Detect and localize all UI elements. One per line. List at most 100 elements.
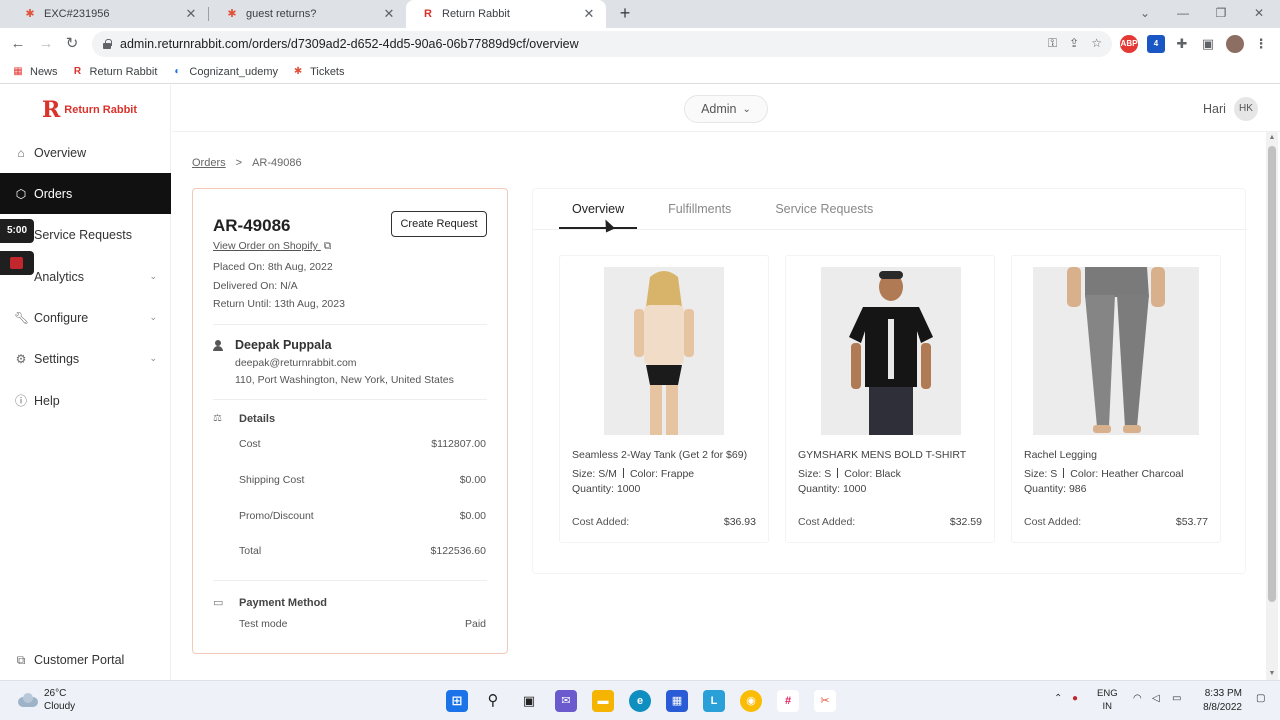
puzzle-icon[interactable]: ✚: [1173, 35, 1191, 53]
breadcrumb-orders-link[interactable]: Orders: [192, 157, 226, 169]
order-detail-panel: Overview Fulfillments Service Requests S…: [532, 188, 1247, 574]
close-icon[interactable]: ✕: [184, 6, 198, 22]
product-quantity: Quantity: 1000: [798, 483, 867, 495]
adblock-extension-icon[interactable]: ABP: [1120, 35, 1138, 53]
notification-icon[interactable]: ▢: [1256, 693, 1265, 704]
back-arrow-icon[interactable]: ←: [8, 34, 28, 54]
bookmark-return-rabbit[interactable]: R Return Rabbit: [72, 66, 158, 78]
close-icon[interactable]: ✕: [582, 6, 596, 22]
windows-taskbar: 26°C Cloudy ⊞ ⚲ ▣ ✉ ▬ e ▦ L ◉ # ✂ ⌃ ● EN…: [0, 680, 1280, 720]
tabs-divider: [533, 229, 1247, 230]
teams-chat-icon[interactable]: ✉: [555, 690, 577, 712]
volume-icon[interactable]: ◁: [1152, 693, 1160, 704]
product-size: Size: S/M: [572, 468, 617, 480]
tab-overview[interactable]: Overview: [559, 189, 638, 229]
product-image[interactable]: [821, 267, 961, 435]
sidebar-item-configure[interactable]: 🔧︎ Configure ⌄: [0, 297, 171, 338]
role-select[interactable]: Admin ⌄: [684, 95, 768, 123]
star-icon[interactable]: ☆: [1091, 36, 1102, 51]
sidebar-item-help[interactable]: ⓘ Help: [0, 380, 171, 421]
new-tab-button[interactable]: +: [615, 4, 635, 22]
cost-added-label: Cost Added:: [572, 516, 630, 528]
sidebar-icon[interactable]: ▣: [1199, 35, 1217, 53]
app-l-icon[interactable]: L: [703, 690, 725, 712]
file-explorer-icon[interactable]: ▬: [592, 690, 614, 712]
slack-icon[interactable]: #: [777, 690, 799, 712]
close-icon[interactable]: ✕: [382, 6, 396, 22]
key-icon[interactable]: ⚿: [1048, 36, 1057, 51]
user-menu[interactable]: Hari HK: [1203, 97, 1258, 121]
scroll-up-icon[interactable]: ▲: [1266, 132, 1278, 144]
browser-tab-active[interactable]: R Return Rabbit ✕: [406, 0, 606, 28]
forward-arrow-icon[interactable]: →: [36, 34, 56, 54]
page-scrollbar[interactable]: ▲ ▼: [1266, 132, 1278, 680]
system-clock[interactable]: 8:33 PM 8/8/2022: [1196, 687, 1242, 715]
scroll-down-icon[interactable]: ▼: [1266, 668, 1278, 680]
browser-tab[interactable]: ✱ EXC#231956 ✕: [8, 0, 208, 28]
avatar: HK: [1233, 97, 1258, 121]
view-on-shopify-link[interactable]: View Order on Shopify ⧉: [213, 240, 331, 253]
tab-service-requests[interactable]: Service Requests: [762, 189, 886, 229]
store-icon[interactable]: ▦: [666, 690, 688, 712]
menu-icon[interactable]: ⋮: [1252, 35, 1270, 53]
product-card[interactable]: Seamless 2-Way Tank (Get 2 for $69) Size…: [559, 255, 769, 543]
product-size: Size: S: [798, 468, 832, 480]
total-value: $122536.60: [430, 545, 486, 557]
task-view-icon[interactable]: ▣: [518, 690, 540, 712]
extension-icon[interactable]: 4: [1147, 35, 1165, 53]
separator: [622, 468, 624, 478]
sidebar-item-overview[interactable]: ⌂ Overview: [0, 132, 171, 173]
weather-widget[interactable]: 26°C Cloudy: [16, 687, 75, 713]
close-window-button[interactable]: ✕: [1244, 4, 1274, 22]
bookmark-cognizant[interactable]: ◐ Cognizant_udemy: [171, 66, 278, 78]
legging-model-image: [1033, 267, 1199, 435]
product-name: Seamless 2-Way Tank (Get 2 for $69): [572, 449, 748, 461]
sidebar-item-orders[interactable]: ⬡ Orders: [0, 173, 171, 214]
share-icon[interactable]: ⇪: [1069, 36, 1079, 51]
lock-icon: [102, 39, 112, 49]
reload-icon[interactable]: ↻: [62, 34, 82, 54]
sidebar-item-settings[interactable]: ⚙ Settings ⌄: [0, 338, 171, 379]
details-icon: ⚖: [213, 413, 222, 424]
battery-icon[interactable]: ▭: [1172, 693, 1181, 704]
return-rabbit-icon: R: [73, 65, 82, 77]
temperature: 26°C: [44, 688, 67, 699]
browser-tab[interactable]: ✱ guest returns? ✕: [210, 0, 406, 28]
windows-start-icon[interactable]: ⊞: [446, 690, 468, 712]
product-color: Color: Heather Charcoal: [1070, 468, 1184, 480]
product-card[interactable]: GYMSHARK MENS BOLD T-SHIRT Size: S Color:…: [785, 255, 995, 543]
tray-app-icon[interactable]: ●: [1072, 693, 1078, 704]
wifi-icon[interactable]: ◠: [1133, 693, 1142, 704]
brand-logo[interactable]: R Return Rabbit: [42, 99, 137, 121]
chrome-icon[interactable]: ◉: [740, 690, 762, 712]
restore-button[interactable]: ❐: [1206, 4, 1236, 22]
bookmark-tickets[interactable]: ✱ Tickets: [292, 66, 345, 78]
hubspot-icon: ✱: [25, 8, 35, 20]
product-image[interactable]: [1033, 267, 1199, 435]
search-icon[interactable]: ⚲: [482, 690, 504, 712]
stop-icon: [10, 257, 23, 269]
sidebar-item-customer-portal[interactable]: ⧉ Customer Portal: [0, 639, 171, 680]
bookmark-news[interactable]: ▦ News: [12, 65, 57, 78]
address-bar[interactable]: admin.returnrabbit.com/orders/d7309ad2-d…: [92, 31, 1112, 57]
profile-avatar[interactable]: [1226, 35, 1244, 53]
tab-search-icon[interactable]: ⌄: [1130, 4, 1160, 22]
shopify-link-label: View Order on Shopify: [213, 240, 318, 252]
cost-added-value: $36.93: [723, 516, 756, 528]
product-card[interactable]: Rachel Legging Size: S Color: Heather Cha…: [1011, 255, 1221, 543]
minimize-button[interactable]: —: [1168, 4, 1198, 22]
product-image[interactable]: [604, 267, 724, 435]
product-attributes: Size: S Color: Heather Charcoal: [1024, 468, 1183, 480]
edge-icon[interactable]: e: [629, 690, 651, 712]
create-request-button[interactable]: Create Request: [391, 211, 487, 237]
news-icon: ▦: [13, 65, 23, 77]
snipping-tool-icon[interactable]: ✂: [814, 690, 836, 712]
role-select-value: Admin: [701, 102, 737, 116]
recording-stop-button[interactable]: [0, 251, 34, 275]
tab-fulfillments[interactable]: Fulfillments: [655, 189, 744, 229]
language-indicator[interactable]: ENG IN: [1097, 687, 1118, 713]
gear-icon: ⚙: [15, 351, 27, 366]
chevron-up-icon[interactable]: ⌃: [1054, 693, 1062, 704]
tank-top-model-image: [604, 267, 724, 435]
scroll-thumb[interactable]: [1268, 146, 1276, 602]
